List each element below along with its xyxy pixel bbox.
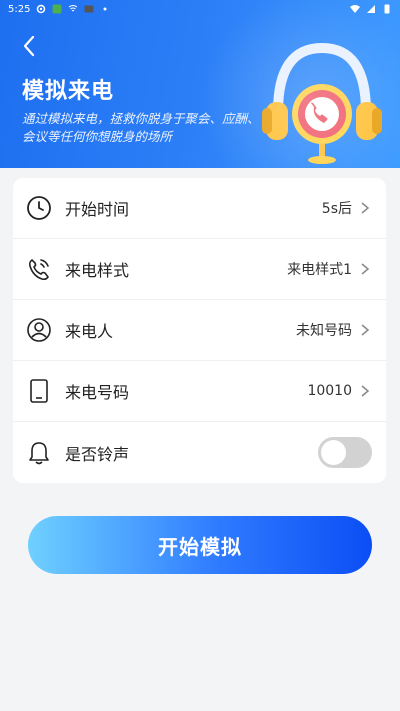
chevron-right-icon [361, 202, 370, 214]
back-arrow-icon[interactable] [18, 34, 42, 58]
row-label: 是否铃声 [65, 444, 130, 464]
wifi-signal-icon [350, 5, 360, 13]
phone-call-icon [25, 255, 53, 283]
wifi-status-icon [69, 5, 78, 12]
page-subtitle: 通过模拟来电，拯救你脱身于聚会、应酬、会议等任何你想脱身的场所 [22, 111, 260, 144]
status-time: 5:25 [8, 3, 31, 15]
bell-icon [25, 439, 53, 467]
row-label: 来电人 [65, 322, 114, 341]
row-value: 10010 [307, 383, 352, 399]
notification-status-icon [84, 5, 94, 13]
row-label: 来电号码 [65, 383, 130, 402]
app-status-icon [52, 4, 62, 14]
page-title: 模拟来电 [22, 78, 115, 103]
cell-signal-icon [367, 5, 375, 13]
settings-status-icon [37, 4, 46, 14]
status-bar: 5:25 [0, 0, 400, 18]
row-start-time[interactable]: 开始时间 5s后 [13, 178, 386, 239]
toggle-knob [321, 440, 346, 465]
battery-icon [384, 4, 390, 14]
header-banner: 5:25 模拟来电 通过模拟来电，拯救你脱身于聚会、应酬、会议等任何你想脱身的场… [0, 0, 400, 168]
chevron-right-icon [361, 324, 370, 336]
start-simulation-button[interactable]: 开始模拟 [28, 516, 372, 574]
person-icon [25, 316, 53, 344]
row-value: 来电样式1 [287, 262, 352, 278]
chevron-right-icon [361, 385, 370, 397]
row-call-style[interactable]: 来电样式 来电样式1 [13, 239, 386, 300]
clock-icon [25, 194, 53, 222]
row-caller-number[interactable]: 来电号码 10010 [13, 361, 386, 422]
ringtone-toggle[interactable] [318, 437, 372, 468]
tablet-icon [25, 377, 53, 405]
settings-card: 开始时间 5s后 来电样式 来电样式1 来电人 未知号码 来电号码 10010 … [13, 178, 386, 483]
row-caller[interactable]: 来电人 未知号码 [13, 300, 386, 361]
row-value: 5s后 [321, 201, 352, 217]
chevron-right-icon [361, 263, 370, 275]
row-label: 来电样式 [65, 261, 130, 280]
row-value: 未知号码 [296, 323, 352, 339]
headphone-phone-illustration-icon [262, 42, 382, 164]
dot-status-icon [103, 7, 107, 11]
row-label: 开始时间 [65, 200, 130, 219]
row-ringtone: 是否铃声 [13, 422, 386, 483]
